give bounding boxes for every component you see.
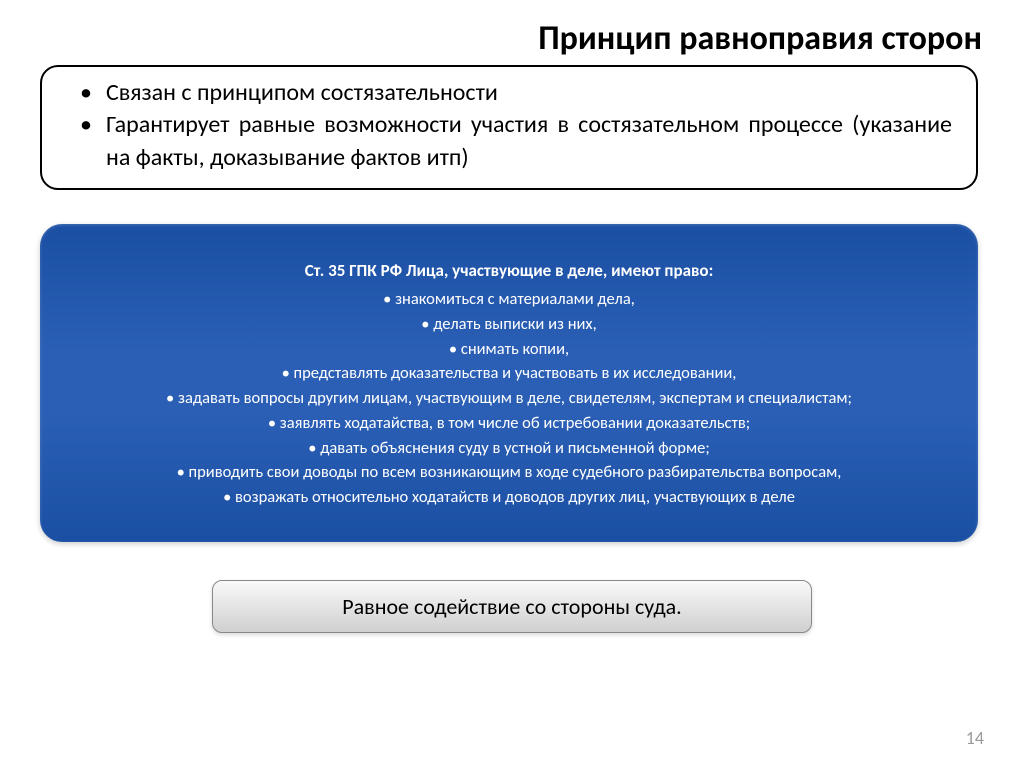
blue-list-item: давать объяснения суду в устной и письме… [58,436,960,461]
blue-list-item: заявлять ходатайства, в том числе об ист… [58,411,960,436]
slide-title: Принцип равноправия сторон [36,18,982,59]
white-list: Связан с принципом состязательности Гара… [66,77,952,174]
blue-list-item: знакомиться с материалами дела, [58,287,960,312]
white-list-item: Гарантирует равные возможности участия в… [106,109,952,174]
blue-list: знакомиться с материалами дела, делать в… [58,287,960,510]
gray-box: Равное содействие со стороны суда. [212,580,812,633]
blue-list-item: приводить свои доводы по всем возникающи… [58,460,960,485]
blue-list-item: возражать относительно ходатайств и дово… [58,485,960,510]
white-list-item: Связан с принципом состязательности [106,77,952,109]
blue-heading: Ст. 35 ГПК РФ Лица, участвующие в деле, … [58,260,960,281]
blue-list-item: представлять доказательства и участвоват… [58,361,960,386]
blue-list-item: задавать вопросы другим лицам, участвующ… [58,386,960,411]
blue-list-item: снимать копии, [58,337,960,362]
white-box: Связан с принципом состязательности Гара… [40,65,978,190]
page-number: 14 [966,727,984,749]
blue-list-item: делать выписки из них, [58,312,960,337]
blue-box: Ст. 35 ГПК РФ Лица, участвующие в деле, … [40,224,978,542]
slide: Принцип равноправия сторон Связан с прин… [0,0,1024,767]
